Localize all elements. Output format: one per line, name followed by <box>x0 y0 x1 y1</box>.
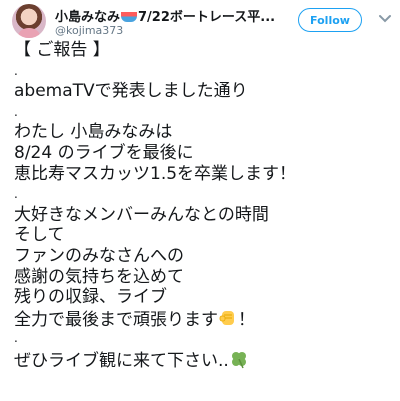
tweet-line: 残りの収録、ライブ <box>14 287 167 308</box>
tweet-line: . <box>14 63 18 78</box>
tweet-line: そして <box>14 225 65 246</box>
chevron-down-icon[interactable] <box>378 12 392 26</box>
avatar[interactable] <box>12 4 46 38</box>
tweet-line: 感謝の気持ちを込めて <box>14 266 184 287</box>
tweet-line: 8/24 のライブを最後に <box>14 142 194 163</box>
tweet-header: 小島みなみ 7/22ボートレース平... @kojima373 Follow <box>0 0 400 44</box>
tweet-line: わたし 小島みなみは <box>14 122 173 143</box>
tweet-text: 【 ご報告 】 . abemaTVで発表しました通り . わたし 小島みなみは … <box>14 40 394 371</box>
display-name[interactable]: 小島みなみ 7/22ボートレース平... <box>55 6 275 25</box>
four-leaf-clover-emoji-icon <box>231 351 246 369</box>
follow-button[interactable]: Follow <box>298 8 362 32</box>
tweet-line-text: 全力で最後まで頑張ります <box>14 309 218 330</box>
tweet-line: ぜひライブ観に来て下さい.. <box>14 349 394 371</box>
raised-fist-emoji-icon <box>219 310 234 325</box>
user-handle[interactable]: @kojima373 <box>55 24 123 37</box>
display-name-suffix: 7/22ボートレース平... <box>138 10 276 25</box>
tweet-line: abemaTVで発表しました通り <box>14 81 248 102</box>
tweet-line: 全力で最後まで頑張ります ！ <box>14 308 394 330</box>
tweet-line: 恵比寿マスカッツ1.5を卒業します！ <box>14 163 297 184</box>
tweet-line: . <box>14 104 18 119</box>
tweet-line: 大好きなメンバーみんなとの時間 <box>14 204 269 225</box>
tweet-line-text: ！ <box>238 309 255 330</box>
tweet-line: ファンのみなさんへの <box>14 245 184 266</box>
tweet-line-text: ぜひライブ観に来て下さい.. <box>14 350 229 371</box>
boat-emoji-icon <box>121 12 138 22</box>
display-name-prefix: 小島みなみ <box>55 10 121 25</box>
tweet-line: . <box>14 331 18 346</box>
tweet-line: 【 ご報告 】 <box>14 40 110 60</box>
tweet-line: . <box>14 187 18 202</box>
